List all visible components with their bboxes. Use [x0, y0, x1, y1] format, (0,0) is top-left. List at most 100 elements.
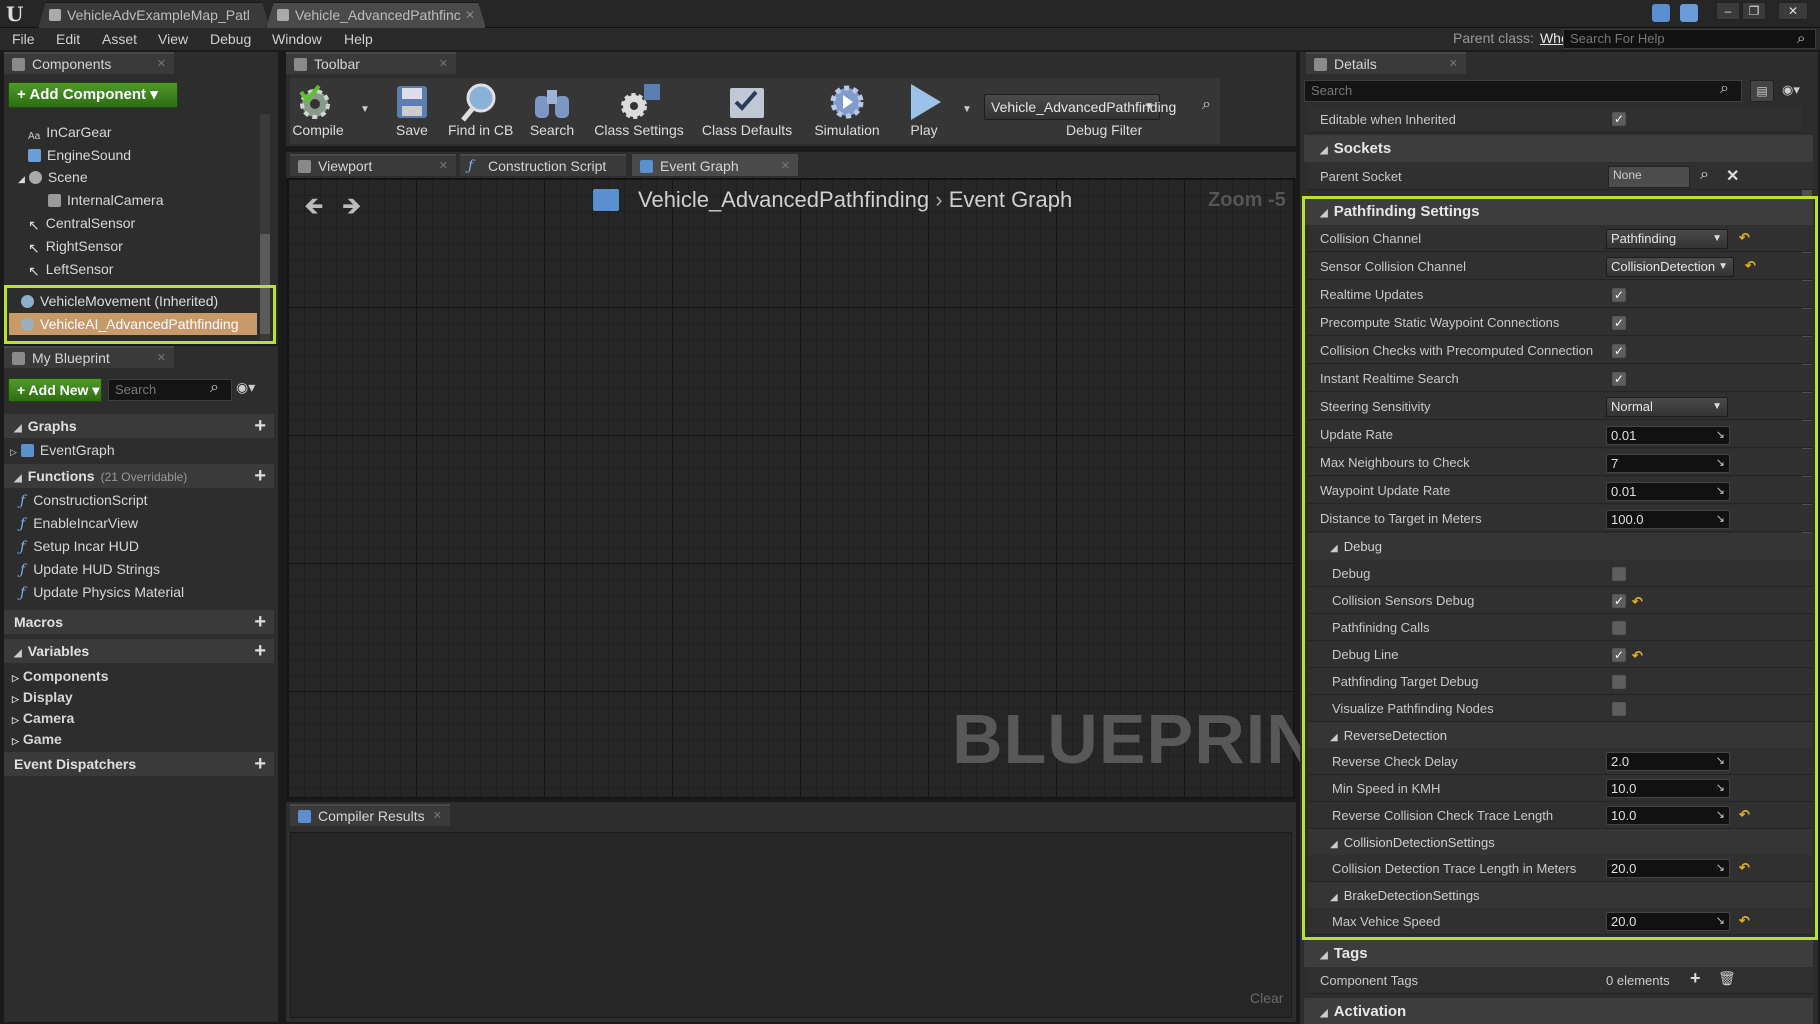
search-button[interactable]: Search	[520, 82, 584, 140]
precompute-checkbox[interactable]: ✓	[1612, 316, 1626, 330]
add-macro-icon[interactable]: +	[254, 610, 266, 634]
reset-to-default-icon[interactable]: ↶	[1745, 258, 1756, 274]
collapse-triangle-icon[interactable]: ◢	[1330, 732, 1338, 743]
event-graph-canvas[interactable]: 🡸 🡺 Vehicle_AdvancedPathfinding › Event …	[287, 178, 1361, 798]
max-neighbours-input[interactable]: 7	[1606, 454, 1730, 473]
close-icon[interactable]: ✕	[433, 806, 442, 826]
menu-asset[interactable]: Asset	[102, 28, 137, 50]
collision-trace-input[interactable]: 20.0	[1606, 859, 1730, 878]
menu-file[interactable]: File	[12, 28, 35, 50]
reset-to-default-icon[interactable]: ↶	[1739, 230, 1750, 246]
clear-x-icon[interactable]: ✕	[1726, 166, 1739, 186]
visualize-nodes-checkbox[interactable]	[1612, 702, 1626, 716]
pathfinding-calls-checkbox[interactable]	[1612, 621, 1626, 635]
doc-tab-blueprint[interactable]: Vehicle_AdvancedPathfinc ✕	[266, 2, 486, 28]
chat-icon[interactable]	[1652, 4, 1670, 22]
tab-construction-script[interactable]: ƒ Construction Script	[460, 154, 626, 176]
search-icon[interactable]: ⌕	[1700, 166, 1709, 184]
function-item[interactable]: ƒ Update HUD Strings	[20, 559, 160, 579]
tab-viewport[interactable]: Viewport ✕	[290, 154, 456, 176]
distance-target-input[interactable]: 100.0	[1606, 510, 1730, 529]
steering-sensitivity-select[interactable]: Normal	[1606, 397, 1728, 417]
details-tab[interactable]: Details ✕	[1306, 52, 1466, 74]
compile-options-arrow-icon[interactable]: ▼	[360, 104, 370, 115]
close-icon[interactable]: ✕	[465, 3, 475, 27]
parent-socket-field[interactable]: None	[1608, 166, 1690, 188]
realtime-updates-checkbox[interactable]: ✓	[1612, 288, 1626, 302]
close-icon[interactable]: ✕	[439, 54, 448, 74]
collapse-triangle-icon[interactable]: ◢	[14, 423, 22, 434]
collapse-triangle-icon[interactable]: ◢	[1320, 1008, 1328, 1019]
add-variable-icon[interactable]: +	[254, 639, 266, 663]
collapse-triangle-icon[interactable]: ◢	[1330, 839, 1338, 850]
toolbar-tab[interactable]: Toolbar ✕	[286, 52, 456, 74]
debug-browse-icon[interactable]: ⌕	[1202, 96, 1211, 114]
reverse-detection-group[interactable]: ◢ ReverseDetection	[1308, 722, 1813, 749]
tab-event-graph[interactable]: Event Graph ✕	[632, 154, 798, 176]
collapse-triangle-icon[interactable]: ◢	[14, 473, 22, 484]
close-icon[interactable]: ✕	[439, 156, 448, 176]
breadcrumb-root[interactable]: Vehicle_AdvancedPathfinding	[638, 187, 929, 212]
compile-button[interactable]: Compile	[286, 82, 350, 140]
activation-section[interactable]: ◢ Activation	[1304, 998, 1813, 1024]
close-window-button[interactable]: ✕	[1778, 2, 1808, 20]
collision-detection-group[interactable]: ◢ CollisionDetectionSettings	[1308, 829, 1813, 856]
collapse-triangle-icon[interactable]: ◢	[1320, 145, 1328, 156]
play-button[interactable]: Play	[892, 82, 956, 140]
tags-section[interactable]: ◢ Tags	[1304, 940, 1813, 967]
expand-triangle-icon[interactable]: ▷	[10, 447, 17, 457]
event-dispatchers-category[interactable]: Event Dispatchers +	[4, 752, 274, 776]
graphs-category[interactable]: ◢ Graphs +	[4, 414, 274, 438]
tree-item-vehicleai[interactable]: VehicleAI_AdvancedPathfinding	[9, 313, 257, 335]
reverse-trace-input[interactable]: 10.0	[1606, 806, 1730, 825]
save-button[interactable]: Save	[380, 82, 444, 140]
collision-sensors-debug-checkbox[interactable]: ✓	[1612, 594, 1626, 608]
add-new-button[interactable]: + Add New ▾	[8, 378, 102, 402]
components-tab[interactable]: Components ✕	[4, 52, 174, 74]
minimize-button[interactable]: –	[1716, 2, 1740, 20]
compiler-results-tab[interactable]: Compiler Results ✕	[290, 804, 450, 826]
menu-view[interactable]: View	[158, 28, 188, 50]
collapse-triangle-icon[interactable]: ◢	[18, 174, 25, 184]
class-defaults-button[interactable]: Class Defaults	[700, 82, 794, 140]
source-control-icon[interactable]	[1680, 4, 1698, 22]
search-icon[interactable]: ⌕	[1797, 30, 1805, 47]
reset-to-default-icon[interactable]: ↶	[1739, 807, 1750, 823]
tree-item-incargear[interactable]: Aa InCarGear	[28, 122, 112, 142]
variable-group-components[interactable]: ▷ Components	[12, 666, 108, 686]
menu-help[interactable]: Help	[344, 28, 373, 50]
collapse-triangle-icon[interactable]: ◢	[1330, 543, 1338, 554]
reverse-delay-input[interactable]: 2.0	[1606, 752, 1730, 771]
collapse-triangle-icon[interactable]: ◢	[1320, 950, 1328, 961]
play-options-arrow-icon[interactable]: ▼	[962, 104, 972, 115]
collision-checks-checkbox[interactable]: ✓	[1612, 344, 1626, 358]
function-item[interactable]: ƒ EnableIncarView	[20, 513, 138, 533]
add-dispatcher-icon[interactable]: +	[254, 752, 266, 776]
sensor-collision-channel-select[interactable]: CollisionDetection	[1606, 257, 1734, 277]
reset-to-default-icon[interactable]: ↶	[1739, 913, 1750, 929]
pathfinding-settings-section[interactable]: ◢ Pathfinding Settings	[1304, 198, 1813, 225]
waypoint-rate-input[interactable]: 0.01	[1606, 482, 1730, 501]
close-icon[interactable]: ✕	[1449, 54, 1458, 74]
menu-debug[interactable]: Debug	[210, 28, 251, 50]
functions-category[interactable]: ◢ Functions (21 Overridable) +	[4, 464, 274, 488]
help-search-input[interactable]: Search For Help	[1563, 29, 1816, 49]
close-icon[interactable]: ✕	[781, 156, 790, 176]
maximize-button[interactable]: ❐	[1742, 2, 1766, 20]
debug-line-checkbox[interactable]: ✓	[1612, 648, 1626, 662]
variable-group-display[interactable]: ▷ Display	[12, 687, 73, 707]
tree-item-scene[interactable]: ◢ Scene	[18, 167, 88, 187]
min-speed-input[interactable]: 10.0	[1606, 779, 1730, 798]
collision-channel-select[interactable]: Pathfinding	[1606, 229, 1728, 249]
add-component-button[interactable]: + Add Component ▾	[8, 82, 178, 108]
macros-category[interactable]: Macros +	[4, 610, 274, 634]
tree-item-centralsensor[interactable]: ↖ CentralSensor	[28, 213, 135, 233]
add-element-icon[interactable]: +	[1690, 968, 1701, 989]
graph-item-eventgraph[interactable]: ▷ EventGraph	[10, 440, 115, 460]
reset-to-default-icon[interactable]: ↶	[1632, 648, 1643, 664]
visibility-eye-icon[interactable]: ◉▾	[1782, 82, 1800, 98]
function-item[interactable]: ƒ Update Physics Material	[20, 582, 184, 602]
menu-window[interactable]: Window	[272, 28, 322, 50]
find-in-cb-button[interactable]: Find in CB	[448, 82, 513, 140]
my-blueprint-tab[interactable]: My Blueprint ✕	[4, 346, 174, 368]
